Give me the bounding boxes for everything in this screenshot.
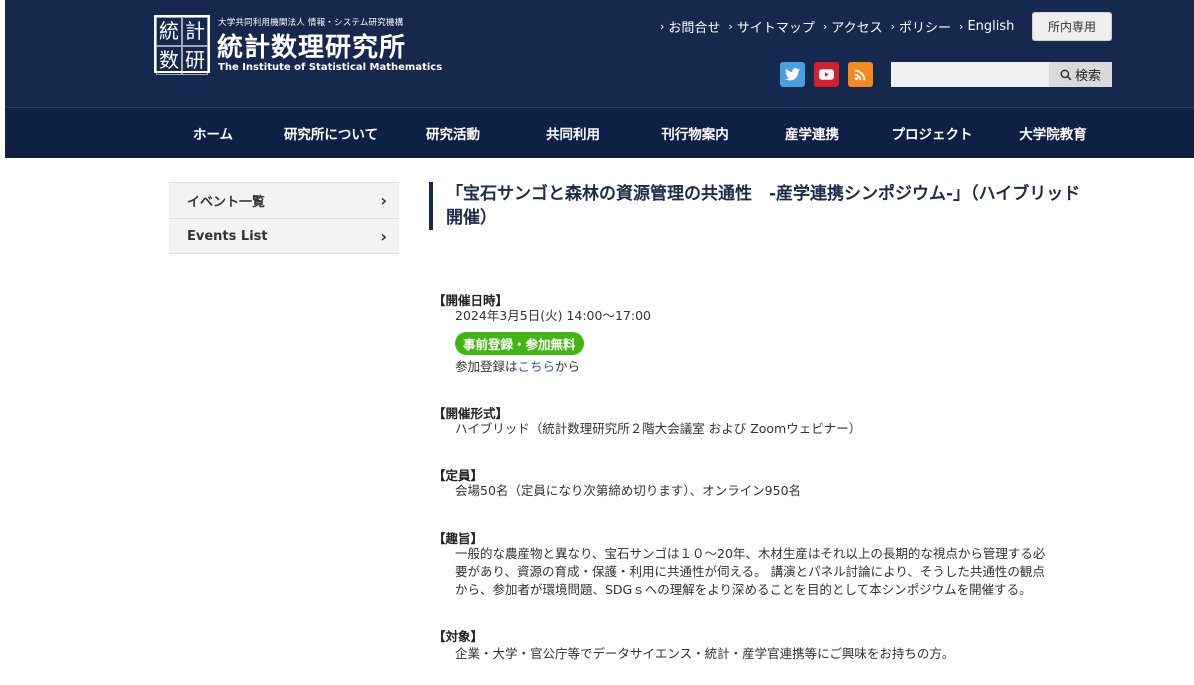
- target-value: 企業・大学・官公庁等でデータサイエンス・統計・産学官連携等にご興味をお持ちの方。: [455, 646, 955, 661]
- page-title-block: 「宝石サンゴと森林の資源管理の共通性 -産学連携シンポジウム-」（ハイブリッド開…: [429, 182, 1094, 230]
- sidebar-item-label: Events List: [187, 228, 268, 244]
- twitter-icon[interactable]: [780, 62, 805, 87]
- search-input[interactable]: [891, 62, 1049, 87]
- utility-links: › お問合せ › サイトマップ › アクセス › ポリシー › English: [660, 17, 1014, 36]
- search-icon: [1060, 69, 1072, 80]
- util-link-label: アクセス: [831, 20, 883, 36]
- registration-text: 参加登録はこちらから: [455, 358, 580, 376]
- util-link-access[interactable]: › アクセス: [822, 17, 883, 36]
- logo-mark: 統 計 数 研: [154, 15, 210, 75]
- sidebar-item-events-jp[interactable]: イベント一覧 ›: [169, 182, 399, 218]
- nav-item-about[interactable]: 研究所について: [271, 108, 391, 158]
- registration-link[interactable]: こちら: [518, 359, 556, 374]
- nav-item-projects[interactable]: プロジェクト: [877, 108, 987, 158]
- logo-mark-char: 研: [182, 46, 208, 75]
- global-nav: ホーム 研究所について 研究活動 共同利用 刊行物案内 産学連携 プロジェクト …: [5, 107, 1194, 158]
- purpose-line: 要があり、資源の育成・保護・利用に共通性が伺える。 講演とパネル討論により、そう…: [455, 564, 1045, 579]
- chevron-right-icon: ›: [380, 191, 387, 210]
- purpose-line: 一般的な農産物と異なり、宝石サンゴは１０～20年、木材生産はそれ以上の長期的な視…: [455, 546, 1046, 561]
- chevron-right-icon: ›: [660, 19, 665, 33]
- capacity-value: 会場50名（定員になり次第締め切ります）、オンライン950名: [455, 483, 802, 498]
- rss-icon[interactable]: [848, 62, 873, 87]
- site-header: 統 計 数 研 大学共同利用機関法人 情報・システム研究機構 統計数理研究所 T…: [5, 0, 1194, 107]
- logo-mark-char: 数: [156, 46, 182, 75]
- util-link-label: English: [967, 18, 1015, 34]
- logo-mark-char: 計: [182, 17, 208, 46]
- purpose-line: から、参加者が環境問題、SDGｓへの理解をより深めることを目的として本シンポジウ…: [455, 582, 1032, 597]
- chevron-right-icon: ›: [822, 19, 828, 33]
- chevron-right-icon: ›: [890, 19, 896, 33]
- nav-item-graduate[interactable]: 大学院教育: [1003, 108, 1103, 158]
- util-link-label: サイトマップ: [736, 20, 815, 36]
- sidebar: イベント一覧 › Events List ›: [169, 182, 399, 254]
- chevron-right-icon: ›: [728, 19, 733, 33]
- logo-mark-char: 統: [156, 17, 182, 46]
- registration-prefix: 参加登録は: [455, 359, 518, 374]
- staff-only-button[interactable]: 所内専用: [1032, 12, 1112, 41]
- logo-english-name: The Institute of Statistical Mathematics: [218, 62, 443, 73]
- nav-item-industry[interactable]: 産学連携: [767, 108, 857, 158]
- sidebar-item-label: イベント一覧: [187, 195, 266, 210]
- page-title: 「宝石サンゴと森林の資源管理の共通性 -産学連携シンポジウム-」（ハイブリッド開…: [446, 184, 1081, 228]
- util-link-policy[interactable]: › ポリシー: [890, 17, 952, 36]
- search-button-label: 検索: [1074, 69, 1101, 84]
- util-link-sitemap[interactable]: › サイトマップ: [728, 17, 815, 36]
- sidebar-item-events-en[interactable]: Events List ›: [169, 218, 399, 254]
- util-link-contact[interactable]: › お問合せ: [660, 17, 721, 36]
- nav-item-home[interactable]: ホーム: [168, 108, 258, 158]
- youtube-icon[interactable]: [814, 62, 839, 87]
- chevron-right-icon: ›: [959, 19, 964, 33]
- nav-item-publications[interactable]: 刊行物案内: [645, 108, 745, 158]
- main-content: 「宝石サンゴと森林の資源管理の共通性 -産学連携シンポジウム-」（ハイブリッド開…: [429, 182, 1094, 661]
- site-logo[interactable]: 統 計 数 研 大学共同利用機関法人 情報・システム研究機構 統計数理研究所 T…: [154, 15, 442, 75]
- chevron-right-icon: ›: [380, 226, 387, 246]
- util-link-label: ポリシー: [899, 20, 952, 36]
- date-value: 2024年3月5日(火) 14:00～17:00: [455, 308, 651, 323]
- free-registration-badge: 事前登録・参加無料: [455, 332, 584, 355]
- nav-item-joint-use[interactable]: 共同利用: [528, 108, 618, 158]
- nav-item-research[interactable]: 研究活動: [408, 108, 498, 158]
- search-button[interactable]: 検索: [1049, 62, 1112, 87]
- target-heading: 【対象】: [433, 629, 484, 644]
- registration-suffix: から: [555, 359, 581, 374]
- util-link-label: お問合せ: [668, 20, 721, 36]
- format-value: ハイブリッド（統計数理研究所２階大会議室 および Zoomウェビナー）: [455, 421, 862, 436]
- util-link-english[interactable]: › English: [959, 17, 1014, 35]
- logo-title: 統計数理研究所: [217, 33, 407, 63]
